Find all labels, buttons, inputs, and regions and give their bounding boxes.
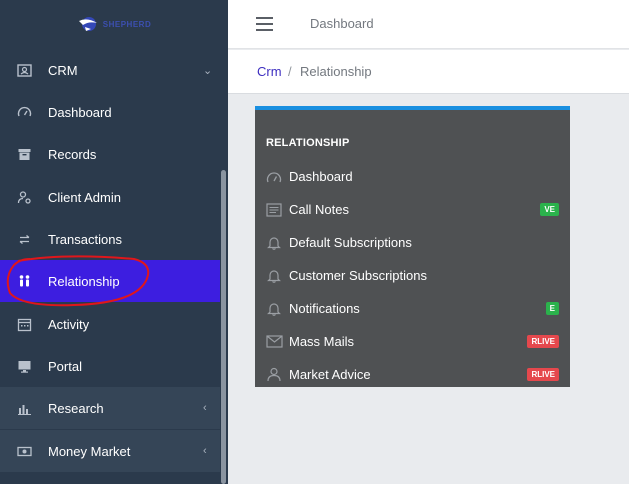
panel-item-mass-mails[interactable]: Mass Mails RLIVE: [255, 325, 570, 358]
notes-icon: [265, 201, 283, 219]
money-icon: [16, 443, 32, 459]
bar-chart-icon: [16, 400, 32, 416]
panel-item-default-subscriptions[interactable]: Default Subscriptions: [255, 226, 570, 259]
status-badge: RLIVE: [527, 368, 559, 381]
monitor-icon: [16, 358, 32, 374]
people-icon: [16, 273, 32, 289]
sidebar-item-records[interactable]: Records: [0, 133, 228, 175]
logo-text: SHEPHERD: [102, 19, 152, 29]
sidebar-item-label: Money Market: [48, 443, 131, 459]
sidebar-item-label: Research: [48, 400, 104, 416]
logo-icon: [78, 17, 97, 31]
sidebar-item-money-market[interactable]: Money Market ‹: [0, 430, 228, 472]
panel-item-label: Market Advice: [289, 367, 371, 382]
calendar-icon: [16, 316, 32, 332]
sidebar-scrollbar[interactable]: [221, 170, 226, 484]
envelope-icon: [265, 333, 283, 351]
archive-icon: [16, 146, 32, 162]
exchange-icon: [16, 231, 32, 247]
sidebar-item-label: Records: [48, 146, 97, 162]
status-badge: E: [545, 302, 559, 315]
hamburger-menu-icon[interactable]: [256, 17, 273, 31]
sidebar-item-crm[interactable]: CRM ⌄: [0, 49, 228, 91]
sidebar-item-label: Relationship: [48, 273, 120, 289]
panel-item-label: Call Notes: [289, 202, 349, 217]
header-title[interactable]: Dashboard: [310, 16, 374, 31]
panel-item-label: Mass Mails: [289, 334, 355, 349]
gauge-icon: [16, 104, 32, 120]
breadcrumb: Crm / Relationship: [228, 50, 629, 94]
sidebar-item-dashboard[interactable]: Dashboard: [0, 91, 228, 133]
sidebar-item-transactions[interactable]: Transactions: [0, 218, 228, 260]
logo[interactable]: SHEPHERD: [77, 15, 151, 33]
panel-item-market-advice[interactable]: Market Advice RLIVE: [255, 358, 570, 391]
sidebar-item-label: Client Admin: [48, 189, 121, 205]
panel-item-dashboard[interactable]: Dashboard: [255, 160, 570, 193]
status-badge: RLIVE: [527, 335, 559, 348]
sidebar-item-client-admin[interactable]: Client Admin: [0, 176, 228, 218]
bell-icon: [265, 234, 283, 252]
sidebar-item-relationship[interactable]: Relationship: [0, 260, 228, 302]
panel-item-label: Default Subscriptions: [289, 235, 412, 250]
panel-item-label: Dashboard: [289, 169, 353, 184]
logo-bar: SHEPHERD: [0, 0, 228, 48]
panel-item-label: Customer Subscriptions: [289, 268, 427, 283]
chevron-down-icon: ⌄: [203, 64, 213, 77]
sidebar-item-label: Activity: [48, 316, 90, 332]
gauge-icon: [265, 168, 283, 186]
panel-item-call-notes[interactable]: Call Notes VE: [255, 193, 570, 226]
sidebar-item-label: Transactions: [48, 231, 122, 247]
id-card-icon: [16, 62, 32, 78]
chevron-left-icon: ‹: [203, 445, 207, 457]
status-badge: VE: [540, 203, 559, 216]
panel-item-customer-subscriptions[interactable]: Customer Subscriptions: [255, 259, 570, 292]
bell-icon: [265, 300, 283, 318]
panel-item-label: Notifications: [289, 301, 360, 316]
breadcrumb-current: Relationship: [300, 64, 372, 79]
top-header: Dashboard: [228, 0, 629, 49]
chevron-left-icon: ‹: [203, 402, 207, 414]
bell-icon: [265, 267, 283, 285]
sidebar-item-label: Dashboard: [48, 104, 112, 120]
sidebar-item-portal[interactable]: Portal: [0, 345, 228, 387]
advisor-icon: [265, 366, 283, 384]
panel-item-notifications[interactable]: Notifications E: [255, 292, 570, 325]
panel-title: RELATIONSHIP: [266, 137, 350, 149]
sidebar: SHEPHERD CRM ⌄ Dashboard Records Client …: [0, 0, 228, 484]
sidebar-item-activity[interactable]: Activity: [0, 303, 228, 345]
relationship-menu-panel: RELATIONSHIP Dashboard Call Notes VE Def…: [255, 106, 570, 387]
sidebar-item-research[interactable]: Research ‹: [0, 387, 228, 429]
user-gear-icon: [16, 189, 32, 205]
sidebar-item-label: Portal: [48, 358, 82, 374]
breadcrumb-separator: /: [288, 64, 292, 79]
sidebar-item-label: CRM: [48, 62, 78, 78]
breadcrumb-link-crm[interactable]: Crm: [257, 64, 282, 79]
